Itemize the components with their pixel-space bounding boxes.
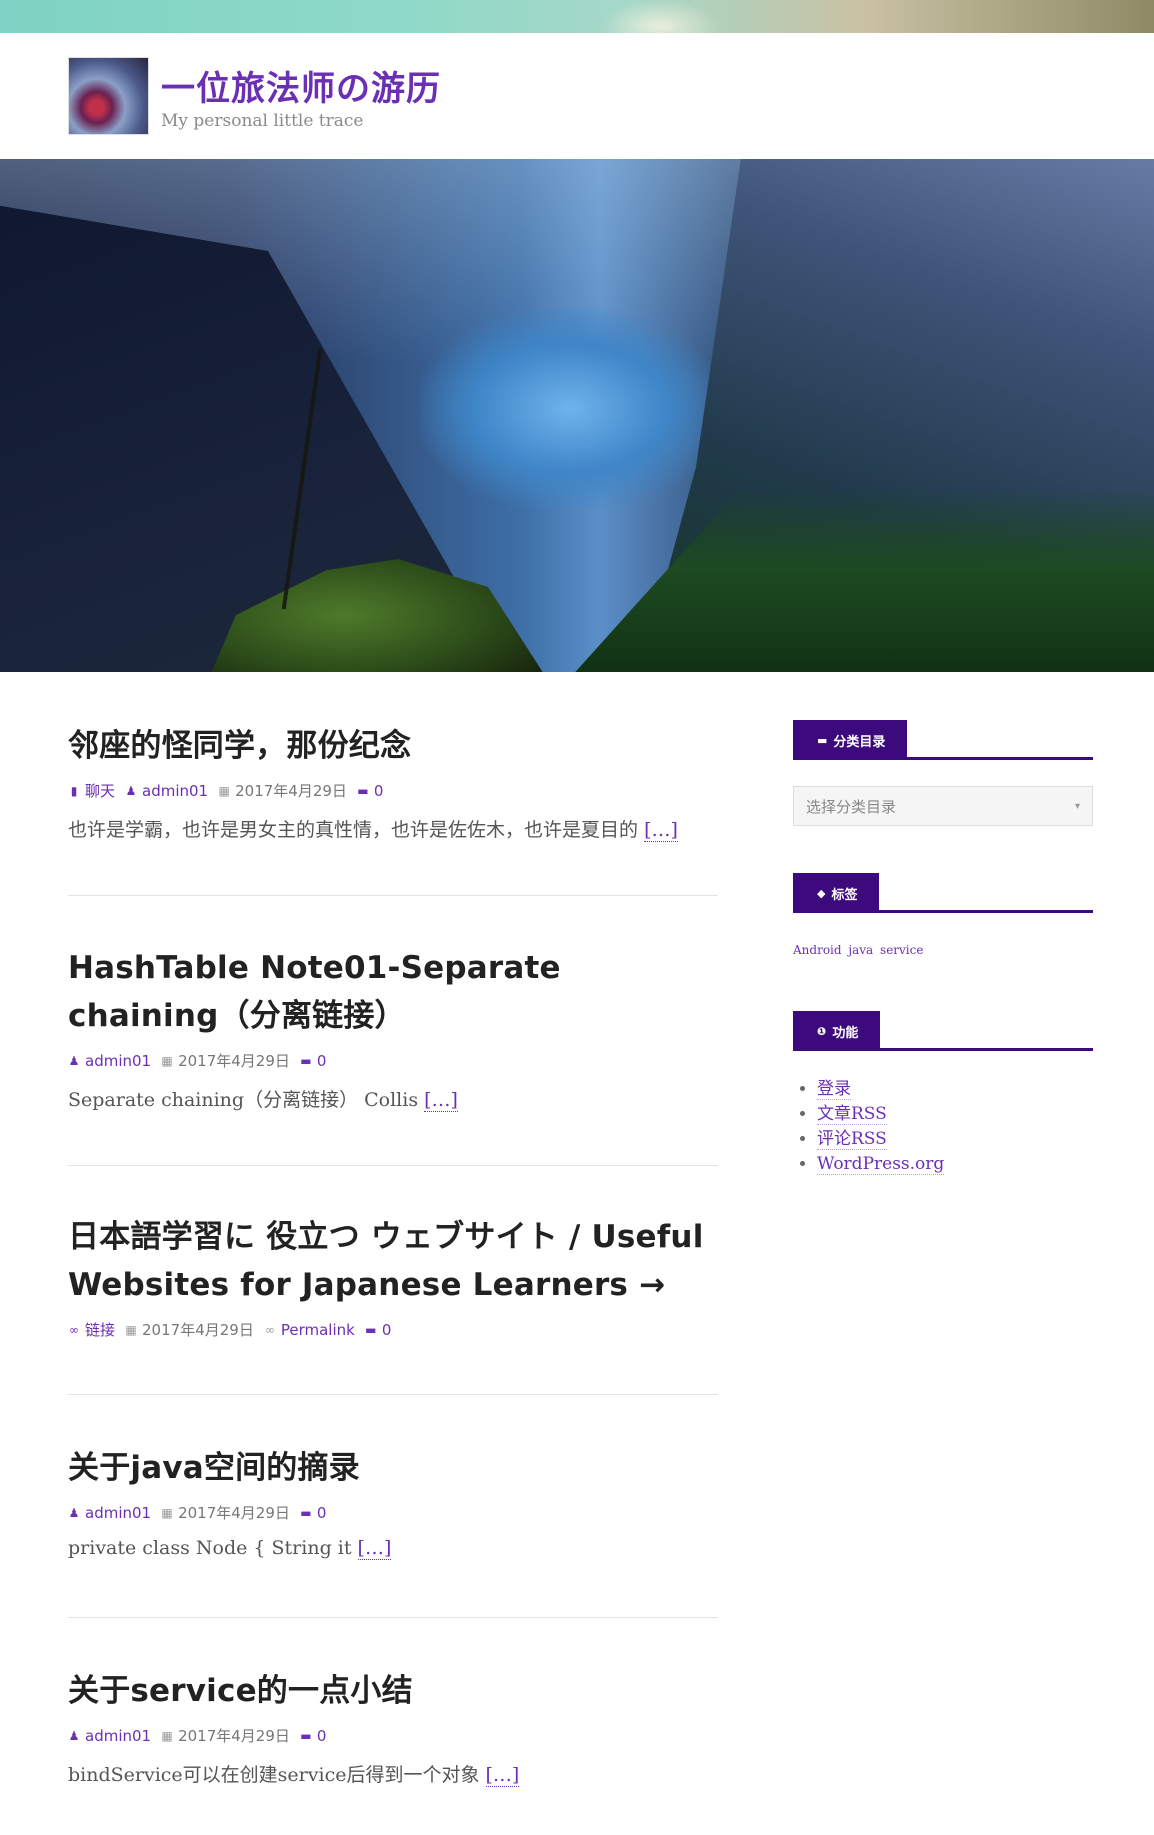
post-divider [68,1617,718,1618]
post-excerpt: bindService可以在创建service后得到一个对象 […] [68,1764,520,1787]
comment-icon: ▬ [365,1322,377,1337]
read-more-link[interactable]: […] [357,1537,392,1560]
wordpress-org-link[interactable]: WordPress.org [817,1154,945,1175]
widget-title: ❶ 功能 [793,1011,881,1051]
meta-links: 登录 文章RSS 评论RSS WordPress.org [793,1077,1093,1177]
tags-widget: ◆ 标签 Android java service [793,873,1093,957]
permalink-link[interactable]: Permalink [281,1321,355,1339]
post-title[interactable]: HashTable Note01-Separate chaining（分离链接） [68,944,718,1040]
post-format-link[interactable]: 链接 [85,1319,115,1340]
post-author-link[interactable]: admin01 [142,782,208,800]
post-title[interactable]: 关于service的一点小结 [68,1667,718,1715]
categories-widget: ▬ 分类目录 选择分类目录 ▾ [793,720,1093,826]
post-meta: ♟ admin01 ▦ 2017年4月29日 ▬ 0 [68,1725,718,1746]
post-meta: ♟ admin01 ▦ 2017年4月29日 ▬ 0 [68,1050,718,1071]
post-date: 2017年4月29日 [178,1052,290,1070]
post-excerpt: 也许是学霸，也许是男女主的真性情，也许是佐佐木，也许是夏目的 […] [68,819,678,842]
comment-icon: ▬ [300,1728,312,1743]
tag-cloud: Android java service [793,943,1093,957]
site-tagline: My personal little trace [161,111,364,131]
post-item: HashTable Note01-Separate chaining（分离链接）… [68,944,718,1112]
user-icon: ♟ [68,1728,80,1743]
post-item: 关于service的一点小结 ♟ admin01 ▦ 2017年4月29日 ▬ … [68,1667,718,1787]
link-icon: ∞ [264,1322,275,1337]
comments-rss-link[interactable]: 评论RSS [817,1129,887,1150]
calendar-icon: ▦ [125,1322,137,1337]
chat-icon: ▮ [70,783,78,798]
link-icon: ∞ [69,1322,79,1337]
tag-link[interactable]: service [880,943,923,957]
post-item: 关于java空间的摘录 ♟ admin01 ▦ 2017年4月29日 ▬ 0 p… [68,1444,718,1560]
widget-title: ▬ 分类目录 [793,720,908,760]
tag-link[interactable]: Android [793,943,842,957]
widget-header: ❶ 功能 [793,1011,1093,1051]
read-more-link[interactable]: […] [485,1764,520,1787]
info-icon: ❶ [817,1024,827,1038]
post-comments-link[interactable]: 0 [317,1727,327,1745]
user-icon: ♟ [68,1053,80,1068]
post-title[interactable]: 邻座的怪同学，那份纪念 [68,722,718,770]
top-banner-strip [0,0,1154,33]
login-link[interactable]: 登录 [817,1079,851,1100]
calendar-icon: ▦ [161,1728,173,1743]
post-comments-link[interactable]: 0 [374,782,384,800]
site-header: 一位旅法师の游历 My personal little trace [0,33,1154,159]
list-item: 文章RSS [817,1102,1093,1127]
folder-icon: ▬ [817,733,828,747]
post-comments-link[interactable]: 0 [317,1504,327,1522]
post-excerpt: Separate chaining（分离链接） Collis […] [68,1089,458,1112]
list-item: 登录 [817,1077,1093,1102]
tag-icon: ◆ [817,886,826,900]
user-icon: ♟ [125,783,137,798]
post-title[interactable]: 日本語学習に 役立つ ウェブサイト / Useful Websites for … [68,1213,718,1309]
comment-icon: ▬ [300,1505,312,1520]
post-format-link[interactable]: 聊天 [85,780,115,801]
calendar-icon: ▦ [161,1505,173,1520]
post-comments-link[interactable]: 0 [317,1052,327,1070]
widget-header: ◆ 标签 [793,873,1093,913]
tag-link[interactable]: java [848,943,873,957]
site-title[interactable]: 一位旅法师の游历 [161,61,441,110]
post-comments-link[interactable]: 0 [382,1321,392,1339]
category-select-value: 选择分类目录 [806,797,897,816]
comment-icon: ▬ [357,783,369,798]
read-more-link[interactable]: […] [424,1089,458,1112]
post-item: 日本語学習に 役立つ ウェブサイト / Useful Websites for … [68,1213,718,1340]
post-date: 2017年4月29日 [178,1727,290,1745]
post-title[interactable]: 关于java空间的摘录 [68,1444,718,1492]
hero-image [0,159,1154,672]
chevron-down-icon: ▾ [1074,800,1080,812]
post-meta: ▮ 聊天 ♟ admin01 ▦ 2017年4月29日 ▬ 0 [68,780,718,801]
post-divider [68,895,718,896]
post-date: 2017年4月29日 [235,782,347,800]
meta-widget: ❶ 功能 登录 文章RSS 评论RSS WordPress.org [793,1011,1093,1177]
post-meta: ♟ admin01 ▦ 2017年4月29日 ▬ 0 [68,1502,718,1523]
post-excerpt: private class Node { String it […] [68,1537,392,1560]
post-date: 2017年4月29日 [142,1321,254,1339]
post-author-link[interactable]: admin01 [85,1504,151,1522]
widget-header: ▬ 分类目录 [793,720,1093,760]
calendar-icon: ▦ [161,1053,173,1068]
post-divider [68,1394,718,1395]
site-logo[interactable] [68,57,149,135]
calendar-icon: ▦ [218,783,230,798]
post-author-link[interactable]: admin01 [85,1052,151,1070]
post-date: 2017年4月29日 [178,1504,290,1522]
post-divider [68,1165,718,1166]
user-icon: ♟ [68,1505,80,1520]
read-more-link[interactable]: […] [644,819,678,842]
list-item: WordPress.org [817,1152,1093,1177]
post-item: 邻座的怪同学，那份纪念 ▮ 聊天 ♟ admin01 ▦ 2017年4月29日 … [68,722,718,842]
list-item: 评论RSS [817,1127,1093,1152]
post-author-link[interactable]: admin01 [85,1727,151,1745]
widget-title: ◆ 标签 [793,873,880,913]
category-select[interactable]: 选择分类目录 ▾ [793,786,1093,826]
entries-rss-link[interactable]: 文章RSS [817,1104,887,1125]
post-meta: ∞ 链接 ▦ 2017年4月29日 ∞ Permalink ▬ 0 [68,1319,718,1340]
comment-icon: ▬ [300,1053,312,1068]
